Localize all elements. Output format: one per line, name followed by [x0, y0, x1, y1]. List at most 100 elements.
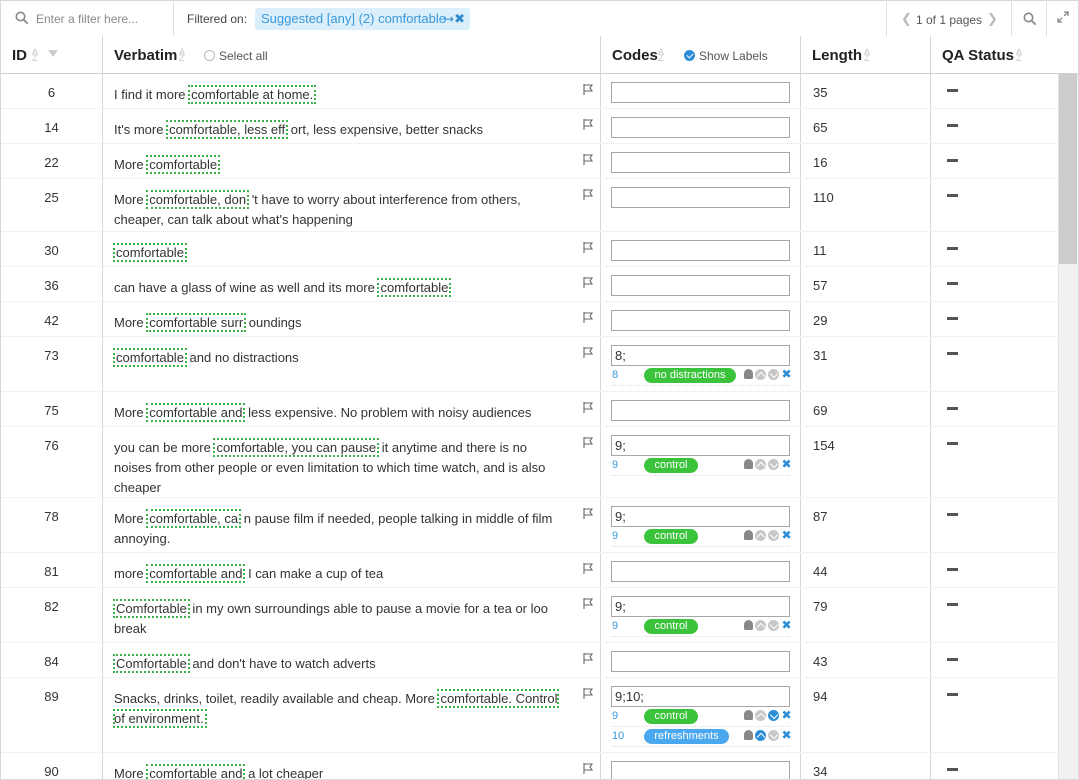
code-label-pill[interactable]: control	[644, 619, 698, 634]
move-down-icon[interactable]	[768, 730, 779, 741]
verbatim-highlight[interactable]: Comfortable	[113, 654, 190, 673]
cell-verbatim[interactable]: More comfortable and a lot cheaper	[103, 753, 601, 779]
qa-status-dash[interactable]	[947, 568, 958, 571]
cell-verbatim[interactable]: More comfortable, don 't have to worry a…	[103, 179, 601, 231]
cell-verbatim[interactable]: More comfortable surr oundings	[103, 302, 601, 336]
verbatim-highlight[interactable]: comfortable, ca	[146, 509, 242, 528]
table-row[interactable]: 81 more comfortable and I can make a cup …	[1, 553, 1058, 588]
header-verbatim[interactable]: Verbatim AZ Select all	[103, 36, 601, 74]
zoom-button[interactable]	[1013, 2, 1047, 36]
move-up-icon[interactable]	[755, 710, 766, 721]
flag-icon[interactable]	[582, 401, 595, 414]
header-qa-status[interactable]: QA Status AZ	[931, 36, 1078, 74]
cell-verbatim[interactable]: More comfortable, ca n pause film if nee…	[103, 498, 601, 552]
flag-icon[interactable]	[582, 83, 595, 96]
show-labels-toggle[interactable]: Show Labels	[684, 49, 768, 63]
qa-status-dash[interactable]	[947, 124, 958, 127]
verbatim-highlight[interactable]: comfortable at home.	[188, 85, 317, 104]
remove-code-icon[interactable]: ✖	[781, 368, 792, 380]
flag-icon[interactable]	[582, 762, 595, 775]
table-row[interactable]: 82 Comfortable in my own surroundings abl…	[1, 588, 1058, 643]
filter-input[interactable]	[36, 10, 166, 28]
qa-status-dash[interactable]	[947, 513, 958, 516]
cell-verbatim[interactable]: can have a glass of wine as well and its…	[103, 267, 601, 301]
code-input[interactable]	[611, 435, 790, 456]
remove-code-icon[interactable]: ✖	[781, 619, 792, 631]
verbatim-highlight[interactable]: Comfortable	[113, 599, 190, 618]
flag-icon[interactable]	[582, 188, 595, 201]
code-input[interactable]	[611, 275, 790, 296]
chevron-right-icon[interactable]: ❯	[987, 11, 998, 27]
android-icon[interactable]	[744, 710, 753, 720]
android-icon[interactable]	[744, 530, 753, 540]
qa-status-dash[interactable]	[947, 407, 958, 410]
verbatim-highlight[interactable]: comfortable surr	[146, 313, 247, 332]
cell-verbatim[interactable]: More comfortable	[103, 144, 601, 178]
qa-status-dash[interactable]	[947, 89, 958, 92]
table-row[interactable]: 22 More comfortable 16	[1, 144, 1058, 179]
flag-icon[interactable]	[582, 687, 595, 700]
filter-chip[interactable]: Suggested [any] (2) comfortable ↦ ✖	[255, 8, 470, 30]
qa-status-dash[interactable]	[947, 159, 958, 162]
cell-verbatim[interactable]: Comfortable in my own surroundings able …	[103, 588, 601, 642]
flag-icon[interactable]	[582, 562, 595, 575]
qa-status-dash[interactable]	[947, 194, 958, 197]
table-row[interactable]: 30 comfortable 11	[1, 232, 1058, 267]
flag-icon[interactable]	[582, 276, 595, 289]
table-row[interactable]: 75 More comfortable and less expensive. N…	[1, 392, 1058, 427]
flag-icon[interactable]	[582, 436, 595, 449]
cell-verbatim[interactable]: more comfortable and I can make a cup of…	[103, 553, 601, 587]
flag-icon[interactable]	[582, 597, 595, 610]
filter-funnel-icon[interactable]	[48, 50, 58, 57]
table-row[interactable]: 76 you can be more comfortable, you can p…	[1, 427, 1058, 498]
verbatim-highlight[interactable]: comfortable	[113, 243, 187, 262]
flag-icon[interactable]	[582, 241, 595, 254]
qa-status-dash[interactable]	[947, 282, 958, 285]
remove-code-icon[interactable]: ✖	[781, 529, 792, 541]
code-input[interactable]	[611, 152, 790, 173]
qa-status-dash[interactable]	[947, 693, 958, 696]
sort-icon[interactable]: AZ	[1016, 48, 1022, 63]
header-length[interactable]: Length AZ	[801, 36, 931, 74]
code-input[interactable]	[611, 310, 790, 331]
flag-icon[interactable]	[582, 652, 595, 665]
code-input[interactable]	[611, 761, 790, 779]
code-label-pill[interactable]: control	[644, 709, 698, 724]
verbatim-highlight[interactable]: comfortable and	[146, 564, 246, 583]
verbatim-highlight[interactable]: comfortable, don	[146, 190, 250, 209]
code-input[interactable]	[611, 345, 790, 366]
pin-icon[interactable]: ↦	[444, 8, 454, 30]
qa-status-dash[interactable]	[947, 317, 958, 320]
table-row[interactable]: 42 More comfortable surr oundings 29	[1, 302, 1058, 337]
table-row[interactable]: 78 More comfortable, ca n pause film if n…	[1, 498, 1058, 553]
qa-status-dash[interactable]	[947, 603, 958, 606]
android-icon[interactable]	[744, 620, 753, 630]
scrollbar-thumb[interactable]	[1059, 74, 1077, 264]
move-up-icon[interactable]	[755, 730, 766, 741]
qa-status-dash[interactable]	[947, 247, 958, 250]
qa-status-dash[interactable]	[947, 352, 958, 355]
qa-status-dash[interactable]	[947, 658, 958, 661]
table-row[interactable]: 90 More comfortable and a lot cheaper 34	[1, 753, 1058, 779]
code-input[interactable]	[611, 596, 790, 617]
move-up-icon[interactable]	[755, 620, 766, 631]
remove-code-icon[interactable]: ✖	[781, 458, 792, 470]
move-up-icon[interactable]	[755, 459, 766, 470]
code-input[interactable]	[611, 561, 790, 582]
code-input[interactable]	[611, 82, 790, 103]
code-input[interactable]	[611, 506, 790, 527]
flag-icon[interactable]	[582, 311, 595, 324]
code-input[interactable]	[611, 651, 790, 672]
verbatim-highlight[interactable]: comfortable	[113, 348, 187, 367]
cell-verbatim[interactable]: Comfortable and don't have to watch adve…	[103, 643, 601, 677]
code-input[interactable]	[611, 187, 790, 208]
sort-icon[interactable]: AZ	[864, 48, 870, 63]
verbatim-highlight[interactable]: comfortable, you can pause	[213, 438, 380, 457]
move-down-icon[interactable]	[768, 459, 779, 470]
table-row[interactable]: 73comfortable and no distractions8no dis…	[1, 337, 1058, 392]
verbatim-highlight[interactable]: comfortable, less eff	[166, 120, 289, 139]
flag-icon[interactable]	[582, 118, 595, 131]
flag-icon[interactable]	[582, 507, 595, 520]
code-label-pill[interactable]: no distractions	[644, 368, 736, 383]
code-input[interactable]	[611, 686, 790, 707]
